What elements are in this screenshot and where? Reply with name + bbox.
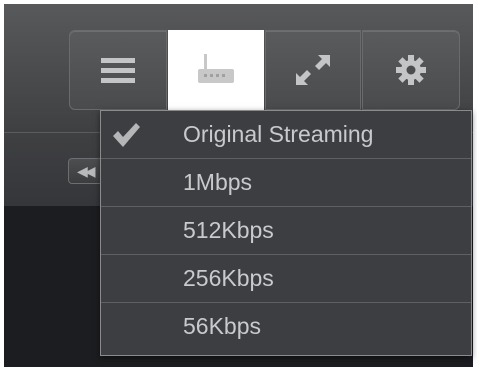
quality-option-label: 512Kbps — [183, 217, 274, 243]
checkmark-icon — [113, 123, 140, 147]
streaming-quality-menu: Original Streaming 1Mbps 512Kbps 256Kbps… — [100, 110, 472, 356]
expand-arrows-icon — [296, 55, 330, 85]
fullscreen-button[interactable] — [265, 30, 361, 110]
gear-icon — [396, 55, 426, 85]
quality-option-256kbps[interactable]: 256Kbps — [101, 255, 471, 303]
quality-option-label: 1Mbps — [183, 169, 253, 195]
quality-option-label: 56Kbps — [183, 313, 262, 339]
network-router-icon — [198, 54, 234, 83]
quality-option-512kbps[interactable]: 512Kbps — [101, 207, 471, 255]
quality-option-label: 256Kbps — [183, 265, 274, 291]
rewind-icon: ◀◀ — [77, 162, 95, 179]
quality-option-original[interactable]: Original Streaming — [101, 111, 471, 159]
quality-option-1mbps[interactable]: 1Mbps — [101, 159, 471, 207]
hamburger-menu-icon — [101, 58, 135, 83]
quality-option-56kbps[interactable]: 56Kbps — [101, 303, 471, 351]
menu-button[interactable] — [69, 30, 167, 110]
settings-button[interactable] — [362, 30, 460, 110]
quality-option-label: Original Streaming — [183, 121, 374, 147]
streaming-quality-button[interactable] — [168, 30, 264, 118]
